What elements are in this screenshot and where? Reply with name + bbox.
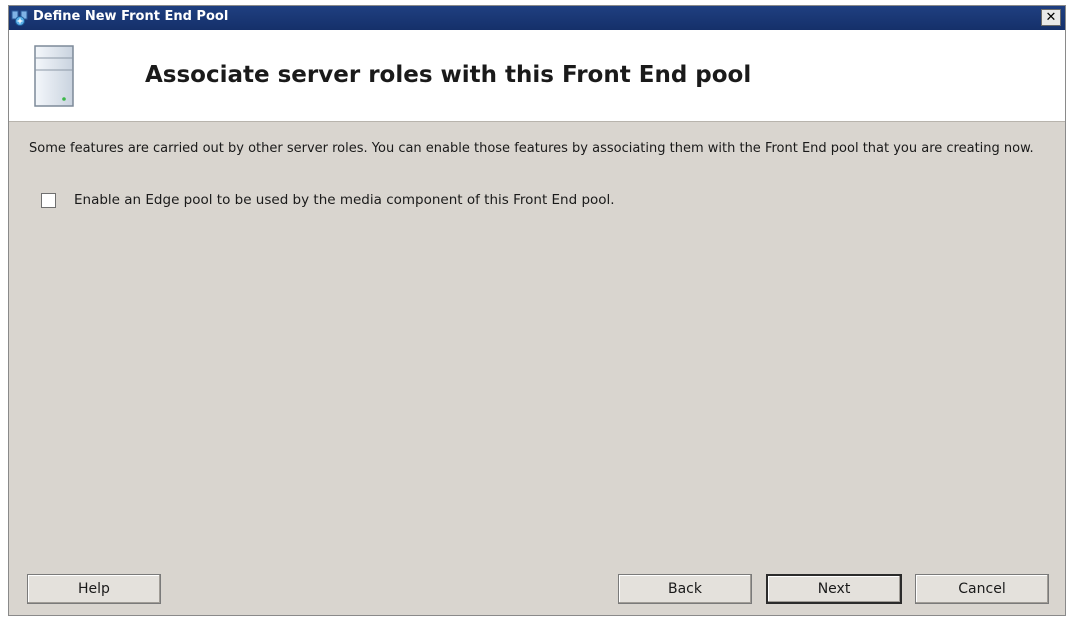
page-title: Associate server roles with this Front E… (145, 62, 752, 88)
next-button[interactable]: Next (766, 574, 902, 604)
wizard-header: Associate server roles with this Front E… (9, 30, 1065, 122)
description-text: Some features are carried out by other s… (29, 141, 1034, 156)
close-button[interactable]: ✕ (1041, 9, 1061, 26)
server-pool-icon (11, 9, 29, 27)
close-icon: ✕ (1045, 10, 1057, 25)
title-bar[interactable]: Define New Front End Pool ✕ (9, 6, 1065, 30)
help-button[interactable]: Help (27, 574, 161, 604)
edge-pool-checkbox-label[interactable]: Enable an Edge pool to be used by the me… (74, 192, 615, 208)
edge-pool-checkbox[interactable] (41, 193, 56, 208)
back-button[interactable]: Back (618, 574, 752, 604)
cancel-button[interactable]: Cancel (915, 574, 1049, 604)
server-tower-icon (31, 44, 77, 108)
define-front-end-pool-dialog: Define New Front End Pool ✕ Associate se… (8, 5, 1066, 616)
window-title: Define New Front End Pool (33, 9, 229, 24)
